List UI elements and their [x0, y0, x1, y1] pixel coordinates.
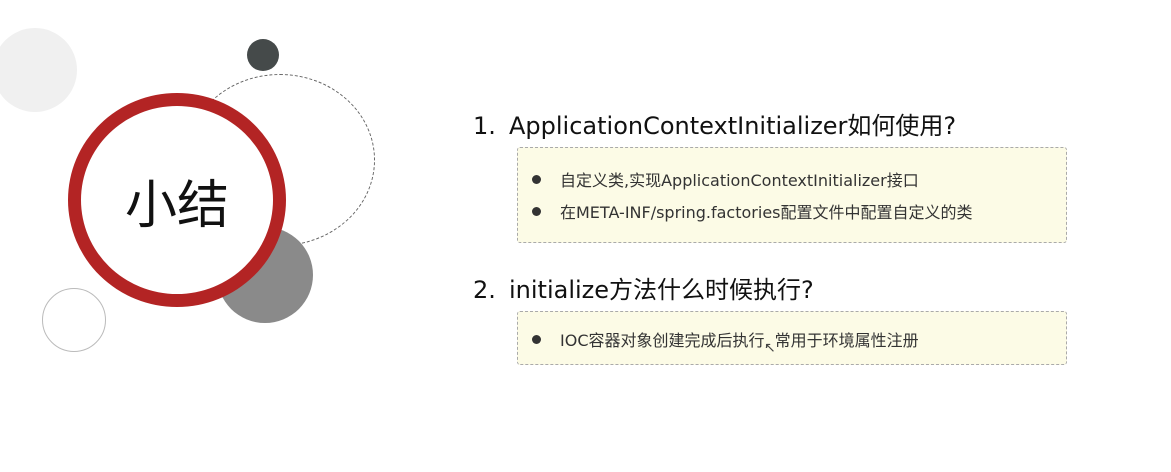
bullet-icon [532, 207, 541, 216]
list-item: IOC容器对象创建完成后执行, 常用于环境属性注册 [532, 327, 919, 351]
section-heading-text: ApplicationContextInitializer如何使用? [509, 112, 957, 140]
section-heading-2: 2. initialize方法什么时候执行? [473, 270, 814, 305]
bullet-box-2: IOC容器对象创建完成后执行, 常用于环境属性注册 [517, 311, 1067, 365]
list-item: 自定义类,实现ApplicationContextInitializer接口 [532, 167, 919, 191]
section-number: 1. [473, 112, 496, 140]
list-item: 在META-INF/spring.factories配置文件中配置自定义的类 [532, 199, 973, 223]
decorative-circle-dark [247, 39, 279, 71]
decorative-circle-light [0, 28, 77, 112]
section-heading-1: 1. ApplicationContextInitializer如何使用? [473, 106, 956, 141]
bullet-icon [532, 335, 541, 344]
bullet-box-1: 自定义类,实现ApplicationContextInitializer接口 在… [517, 147, 1067, 243]
slide-title: 小结 [124, 175, 229, 236]
section-number: 2. [473, 276, 496, 304]
mouse-cursor-icon: ↖ [764, 340, 776, 356]
decorative-circle-outline [42, 288, 106, 352]
list-item-text: IOC容器对象创建完成后执行, 常用于环境属性注册 [560, 331, 919, 350]
title-ring: 小结 [68, 93, 286, 307]
list-item-text: 在META-INF/spring.factories配置文件中配置自定义的类 [560, 203, 973, 222]
bullet-icon [532, 175, 541, 184]
list-item-text: 自定义类,实现ApplicationContextInitializer接口 [560, 171, 919, 190]
section-heading-text: initialize方法什么时候执行? [509, 276, 814, 304]
